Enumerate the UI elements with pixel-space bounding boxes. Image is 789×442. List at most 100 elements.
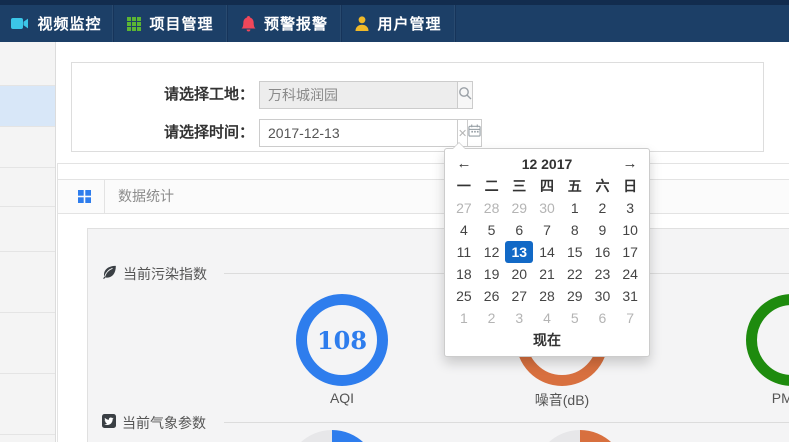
calendar-day[interactable]: 28 (478, 197, 506, 219)
calendar-day[interactable]: 30 (589, 285, 617, 307)
time-input-group: ✕ (259, 119, 467, 147)
header-divider (104, 180, 105, 213)
time-calendar-button[interactable] (467, 119, 482, 147)
calendar-day[interactable]: 19 (478, 263, 506, 285)
time-select-label: 请选择时间： (82, 119, 254, 147)
datepicker-month-title[interactable]: 12 2017 (478, 153, 616, 175)
calendar-day[interactable]: 12 (478, 241, 506, 263)
top-navbar: 视频监控 项目管理 预警报警 用户管理 (0, 0, 789, 42)
next-month-button[interactable]: → (616, 153, 644, 175)
nav-item-label: 视频监控 (37, 13, 101, 34)
weather-title-row: 当前气象参数 (102, 414, 206, 432)
calendar-day[interactable]: 31 (616, 285, 644, 307)
calendar-icon (468, 124, 481, 142)
calendar-day[interactable]: 23 (589, 263, 617, 285)
calendar-day[interactable]: 1 (450, 307, 478, 329)
calendar-day[interactable]: 5 (478, 219, 506, 241)
nav-item[interactable]: 预警报警 (228, 0, 342, 42)
leaf-icon (102, 265, 117, 284)
video-icon (11, 17, 29, 30)
left-sidebar (0, 42, 56, 442)
calendar-day[interactable]: 9 (589, 219, 617, 241)
sidebar-item[interactable] (0, 168, 55, 207)
weekday-label: 日 (616, 175, 644, 197)
weather-divider-line (224, 422, 789, 423)
weather-gauge-ring (286, 430, 378, 442)
pollution-title: 当前污染指数 (123, 264, 207, 284)
calendar-day[interactable]: 5 (561, 307, 589, 329)
calendar-day[interactable]: 6 (589, 307, 617, 329)
calendar-day[interactable]: 22 (561, 263, 589, 285)
calendar-day-selected[interactable]: 13 (505, 241, 533, 263)
calendar-day[interactable]: 1 (561, 197, 589, 219)
stats-section-title: 数据统计 (118, 180, 174, 213)
sidebar-item[interactable] (0, 42, 55, 86)
sidebar-item[interactable] (0, 127, 55, 168)
gauge-label: AQI (296, 390, 388, 406)
calendar-day[interactable]: 28 (533, 285, 561, 307)
calendar-week-row: 25262728293031 (450, 285, 644, 307)
weekday-label: 一 (450, 175, 478, 197)
calendar-day[interactable]: 3 (505, 307, 533, 329)
calendar-day[interactable]: 20 (505, 263, 533, 285)
sidebar-item[interactable] (0, 86, 55, 127)
calendar-day[interactable]: 29 (505, 197, 533, 219)
prev-month-button[interactable]: ← (450, 153, 478, 175)
user-icon (355, 16, 369, 31)
nav-item[interactable]: 视频监控 (0, 0, 114, 42)
calendar-week-row: 11121314151617 (450, 241, 644, 263)
calendar-day[interactable]: 4 (533, 307, 561, 329)
calendar-day[interactable]: 26 (478, 285, 506, 307)
calendar-day[interactable]: 7 (533, 219, 561, 241)
bell-icon (241, 16, 256, 32)
calendar-day[interactable]: 25 (450, 285, 478, 307)
calendar-day[interactable]: 8 (561, 219, 589, 241)
calendar-day[interactable]: 2 (589, 197, 617, 219)
sidebar-item[interactable] (0, 374, 55, 435)
pollution-title-row: 当前污染指数 (102, 265, 207, 283)
datepicker-now-button[interactable]: 现在 (450, 329, 644, 351)
calendar-week-row: 45678910 (450, 219, 644, 241)
site-input[interactable] (259, 81, 457, 109)
calendar-day[interactable]: 6 (505, 219, 533, 241)
calendar-week-row: 27282930123 (450, 197, 644, 219)
calendar-day[interactable]: 4 (450, 219, 478, 241)
gauge-panel: 当前污染指数 108 AQI 噪音(dB) PM2.5 当前气象参数 (87, 228, 789, 442)
calendar-day[interactable]: 17 (616, 241, 644, 263)
calendar-day[interactable]: 14 (533, 241, 561, 263)
grid-icon (78, 190, 91, 208)
calendar-week-row: 1234567 (450, 307, 644, 329)
calendar-day[interactable]: 16 (589, 241, 617, 263)
nav-item-label: 用户管理 (377, 13, 441, 34)
site-input-group (259, 81, 467, 109)
sidebar-item[interactable] (0, 252, 55, 313)
calendar-day[interactable]: 30 (533, 197, 561, 219)
calendar-day[interactable]: 27 (450, 197, 478, 219)
nav-item[interactable]: 项目管理 (114, 0, 228, 42)
sidebar-item[interactable] (0, 207, 55, 252)
gauge-ring (746, 294, 789, 386)
calendar-day[interactable]: 29 (561, 285, 589, 307)
weekday-label: 六 (589, 175, 617, 197)
weather-gauge-ring (534, 430, 626, 442)
weekday-row: 一二三四五六日 (450, 175, 644, 197)
calendar-day[interactable]: 27 (505, 285, 533, 307)
nav-item[interactable]: 用户管理 (342, 0, 456, 42)
calendar-day[interactable]: 18 (450, 263, 478, 285)
calendar-day[interactable]: 10 (616, 219, 644, 241)
calendar-day[interactable]: 7 (616, 307, 644, 329)
weekday-label: 四 (533, 175, 561, 197)
calendar-day[interactable]: 3 (616, 197, 644, 219)
site-search-button[interactable] (457, 81, 473, 109)
calendar-day[interactable]: 2 (478, 307, 506, 329)
weekday-label: 三 (505, 175, 533, 197)
calendar-day[interactable]: 11 (450, 241, 478, 263)
app-window: 视频监控 项目管理 预警报警 用户管理 请选择工地： 请选择时间： (0, 0, 789, 442)
calendar-day[interactable]: 15 (561, 241, 589, 263)
time-input[interactable] (259, 119, 458, 147)
calendar-day[interactable]: 21 (533, 263, 561, 285)
calendar-day[interactable]: 24 (616, 263, 644, 285)
filter-panel: 请选择工地： 请选择时间： ✕ (71, 62, 764, 152)
sidebar-item[interactable] (0, 313, 55, 374)
gauge-value: 108 (317, 326, 367, 355)
